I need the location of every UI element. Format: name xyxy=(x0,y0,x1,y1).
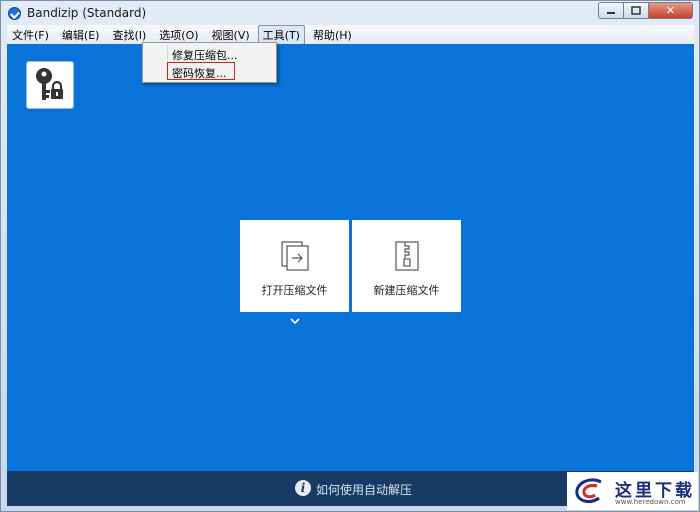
title-bar[interactable]: Bandizip (Standard) ✕ xyxy=(1,1,699,25)
heredown-logo-icon xyxy=(575,478,602,503)
maximize-button[interactable] xyxy=(624,2,649,19)
highlight-annotation xyxy=(167,62,235,80)
window-controls: ✕ xyxy=(598,2,693,19)
open-archive-label: 打开压缩文件 xyxy=(261,284,328,297)
auto-extract-help-link[interactable]: 如何使用自动解压 xyxy=(316,481,412,498)
open-archive-icon xyxy=(281,241,309,271)
menu-bar: 文件(F) 编辑(E) 查找(I) 选项(O) 视图(V) 工具(T) 帮助(H… xyxy=(7,24,694,45)
minimize-button[interactable] xyxy=(598,2,624,19)
watermark-url: www.heredown.com xyxy=(615,498,686,506)
menu-help[interactable]: 帮助(H) xyxy=(308,25,357,45)
app-window: Bandizip (Standard) ✕ 文件(F) 编辑(E) 查找(I) … xyxy=(0,0,700,512)
maximize-icon xyxy=(631,6,641,15)
watermark: 这里下载 www.heredown.com xyxy=(567,472,698,510)
key-lock-icon xyxy=(36,68,63,100)
new-archive-icon xyxy=(395,241,419,271)
menu-item-repair-archive[interactable]: 修复压缩包... xyxy=(172,47,238,63)
window-title: Bandizip (Standard) xyxy=(27,6,147,20)
close-icon: ✕ xyxy=(665,4,676,17)
open-archive-card[interactable]: 打开压缩文件 xyxy=(240,220,349,312)
password-tool-button[interactable] xyxy=(26,61,74,109)
close-button[interactable]: ✕ xyxy=(649,2,693,19)
main-panel: 打开压缩文件 新建压缩文件 xyxy=(7,44,694,471)
info-icon: i xyxy=(295,480,311,496)
menu-edit[interactable]: 编辑(E) xyxy=(57,25,105,45)
new-archive-label: 新建压缩文件 xyxy=(373,284,440,297)
bandizip-app-icon[interactable] xyxy=(8,7,21,20)
minimize-icon xyxy=(607,11,615,14)
menu-file[interactable]: 文件(F) xyxy=(7,25,54,45)
new-archive-card[interactable]: 新建压缩文件 xyxy=(352,220,461,312)
chevron-down-icon[interactable] xyxy=(289,316,301,326)
